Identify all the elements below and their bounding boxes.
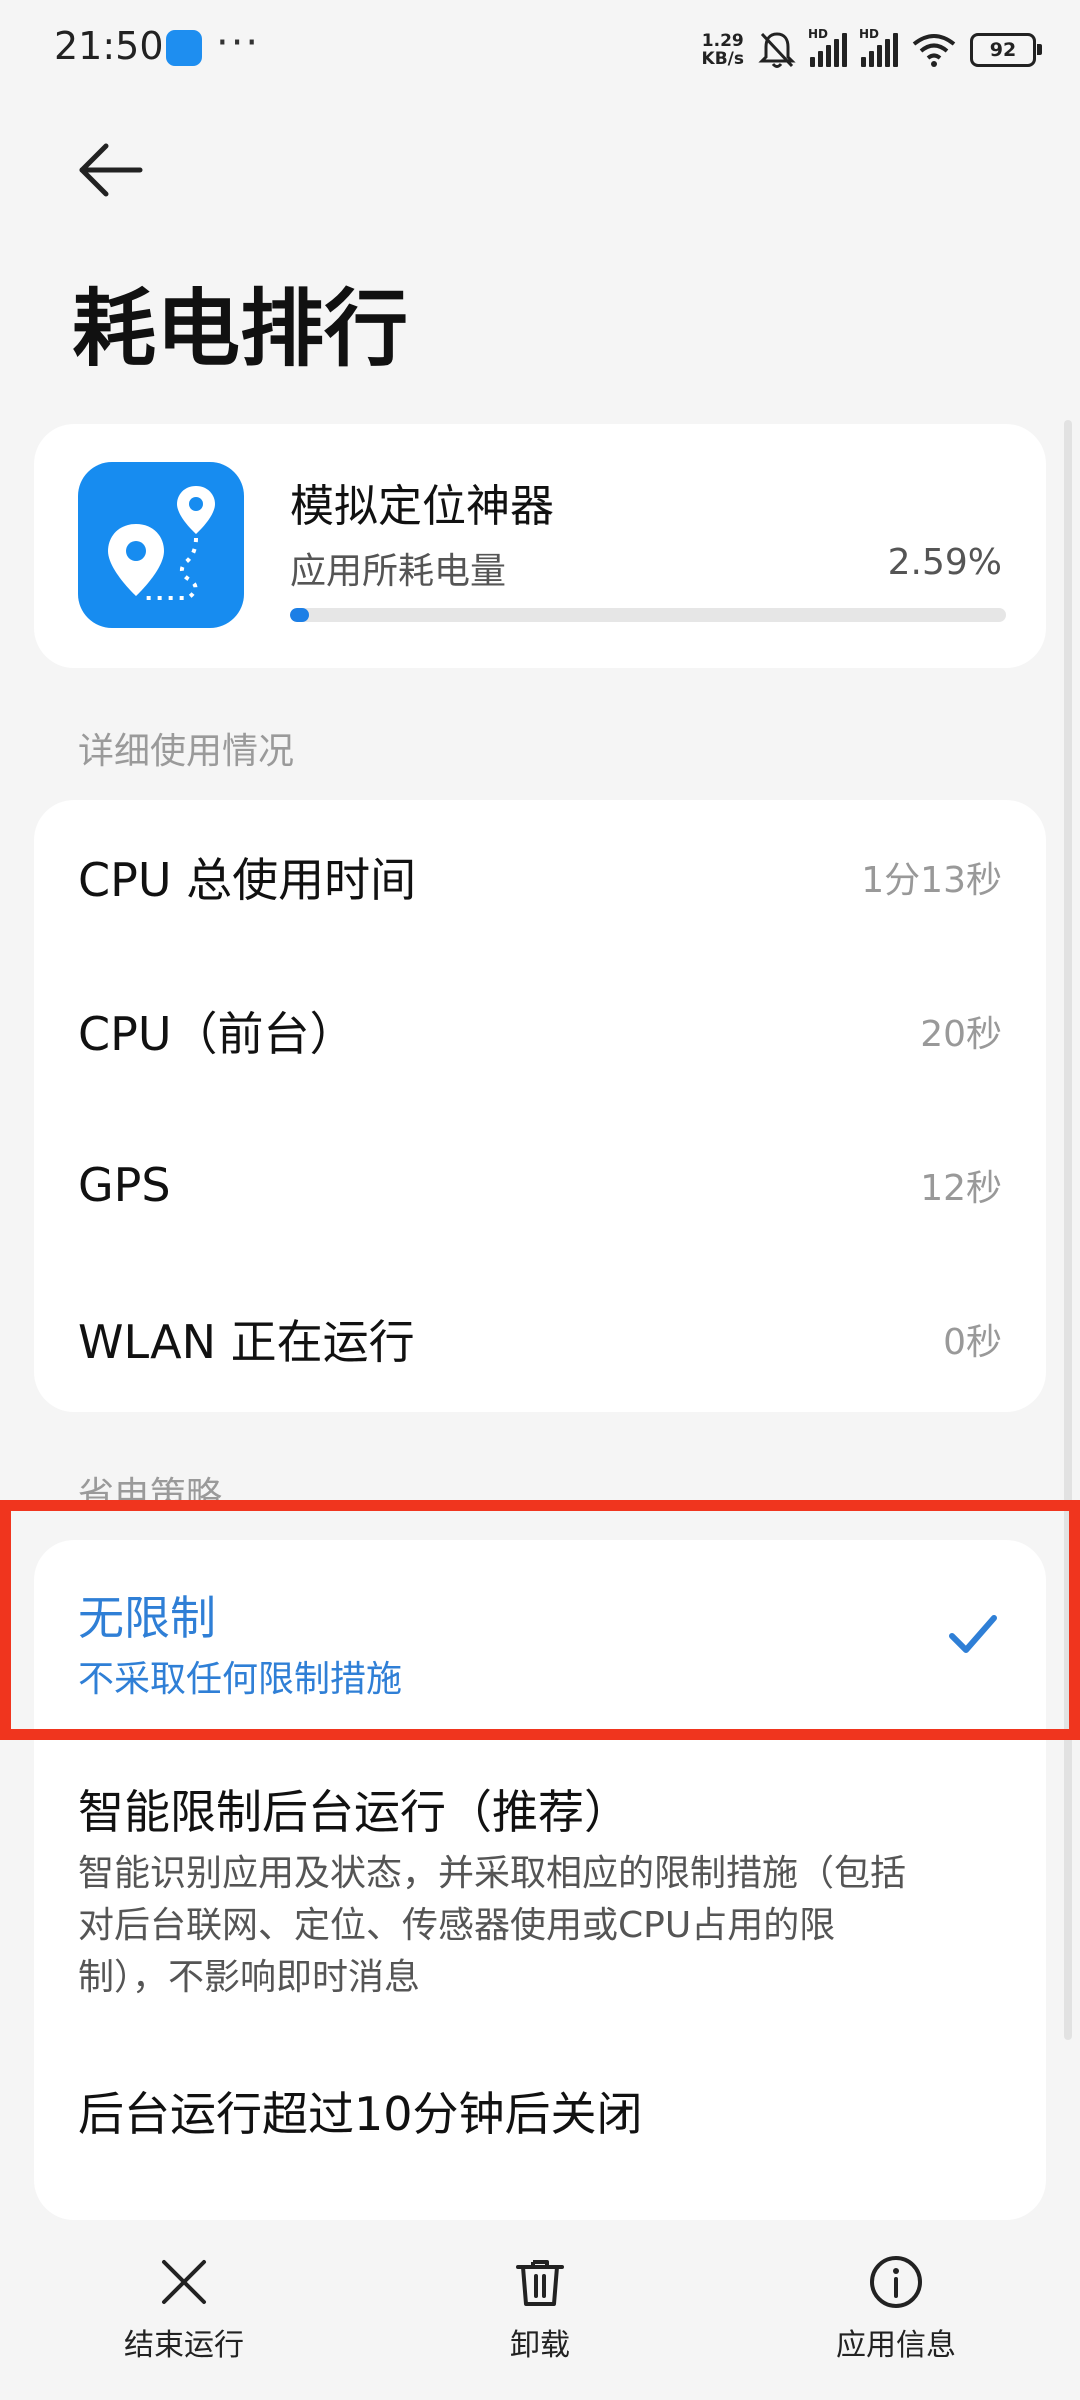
bottom-action-bar: 结束运行 卸载 应用信息 — [0, 2228, 1080, 2400]
app-info-label: 应用信息 — [836, 2328, 956, 2363]
signal-icon-sim2: HD — [859, 27, 898, 67]
hd-label: HD — [808, 27, 829, 41]
consumption-progress-bar — [290, 608, 1006, 622]
signal-icon-sim1: HD — [808, 27, 847, 67]
end-process-button[interactable]: 结束运行 — [84, 2254, 284, 2364]
usage-row-value: 12秒 — [920, 1168, 1002, 1209]
app-icon — [78, 462, 244, 628]
battery-icon: 92 — [970, 33, 1042, 67]
usage-section-title: 详细使用情况 — [78, 731, 295, 772]
status-time: 21:50 — [54, 24, 164, 68]
usage-row-value: 20秒 — [920, 1014, 1002, 1055]
wifi-icon — [912, 34, 956, 67]
usage-row: CPU（前台） 20秒 — [78, 954, 1002, 1108]
more-notifications-icon: ··· — [216, 20, 261, 66]
close-icon — [162, 2260, 206, 2304]
consumption-label: 应用所耗电量 — [290, 551, 507, 592]
app-name: 模拟定位神器 — [290, 481, 554, 532]
hd-label: HD — [859, 27, 880, 41]
app-summary-card: 模拟定位神器 应用所耗电量 2.59% — [34, 424, 1046, 668]
bell-muted-icon — [758, 32, 796, 68]
policy-option-title: 后台运行超过10分钟后关闭 — [78, 2087, 643, 2141]
usage-row-value: 0秒 — [943, 1322, 1002, 1363]
uninstall-label: 卸载 — [510, 2328, 570, 2363]
policy-option-close-after-10min[interactable]: 后台运行超过10分钟后关闭 — [78, 2078, 1002, 2144]
usage-row-label: CPU 总使用时间 — [78, 853, 417, 907]
info-icon — [870, 2256, 922, 2308]
uninstall-button[interactable]: 卸载 — [440, 2254, 640, 2364]
battery-level: 92 — [989, 39, 1017, 61]
policy-option-title: 智能限制后台运行（推荐） — [78, 1785, 630, 1839]
scrollbar[interactable] — [1064, 420, 1072, 2040]
usage-row: GPS 12秒 — [78, 1108, 1002, 1262]
usage-row-label: WLAN 正在运行 — [78, 1315, 415, 1369]
network-speed: 1.29 KB/s — [702, 32, 744, 68]
location-pin-icon — [108, 486, 215, 600]
usage-row-label: CPU（前台） — [78, 1007, 356, 1061]
usage-row-value: 1分13秒 — [861, 860, 1002, 901]
usage-card: CPU 总使用时间 1分13秒 CPU（前台） 20秒 GPS 12秒 WLAN… — [34, 800, 1046, 1412]
page-title: 耗电排行 — [72, 280, 409, 378]
network-speed-value: 1.29 — [701, 31, 744, 51]
policy-option-smart-restrict[interactable]: 智能限制后台运行（推荐） 智能识别应用及状态，并采取相应的限制措施（包括对后台联… — [78, 1776, 916, 2004]
consumption-value: 2.59% — [887, 542, 1002, 583]
highlight-frame — [0, 1500, 1080, 1740]
usage-row: WLAN 正在运行 0秒 — [78, 1262, 1002, 1416]
app-info-button[interactable]: 应用信息 — [796, 2254, 996, 2364]
usage-row-label: GPS — [78, 1158, 171, 1212]
policy-option-subtitle: 智能识别应用及状态，并采取相应的限制措施（包括对后台联网、定位、传感器使用或CP… — [78, 1853, 907, 1998]
network-speed-unit: KB/s — [701, 49, 744, 69]
back-arrow-icon[interactable] — [76, 140, 146, 200]
usage-row: CPU 总使用时间 1分13秒 — [78, 800, 1002, 954]
status-bar: 21:50 ··· 1.29 KB/s HD HD 92 — [0, 0, 1080, 100]
location-app-notification-icon — [166, 30, 202, 66]
consumption-progress-fill — [290, 608, 309, 622]
status-icons: 1.29 KB/s HD HD 92 — [702, 26, 1042, 74]
end-process-label: 结束运行 — [124, 2328, 244, 2363]
trash-icon — [516, 2260, 564, 2306]
